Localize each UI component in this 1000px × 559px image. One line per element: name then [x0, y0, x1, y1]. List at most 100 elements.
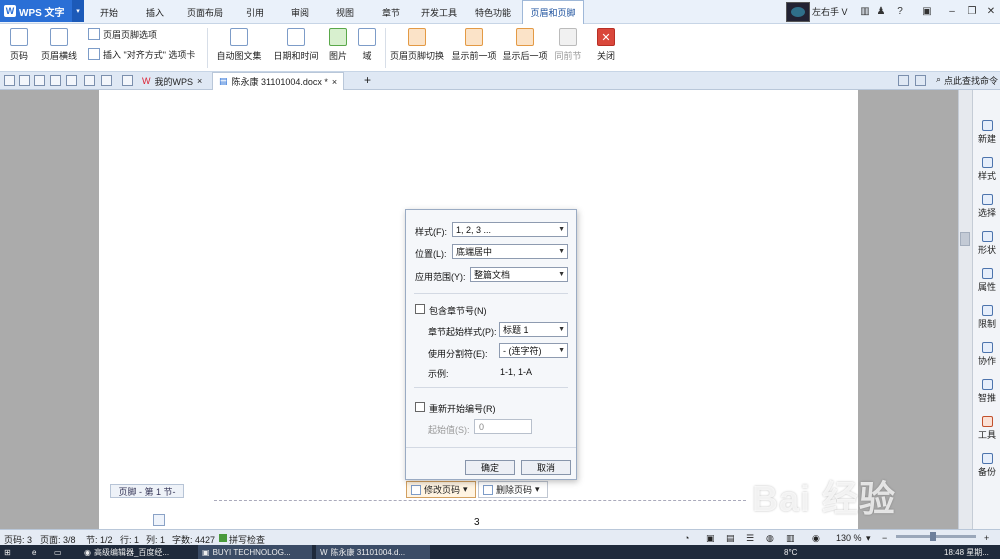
tab-chapter[interactable]: 章节 — [376, 0, 406, 24]
footer-options-icon[interactable] — [153, 514, 165, 526]
side-restrict-button[interactable]: 限制 — [974, 305, 1000, 330]
open-icon[interactable] — [19, 75, 30, 86]
taskbar-item-editor[interactable]: ◉ 高级编辑器_百度经... — [80, 545, 194, 559]
cancel-button[interactable]: 取消 — [521, 460, 571, 475]
print-icon[interactable] — [50, 75, 61, 86]
delete-page-number-button[interactable]: 删除页码 ▾ — [478, 481, 548, 498]
command-search[interactable]: ⌕ 点此查找命令 — [936, 74, 998, 87]
auto-text-button[interactable]: 自动图文集 — [212, 28, 266, 68]
zoom-dropdown-icon[interactable]: ▾ — [866, 533, 871, 544]
close-header-footer-button[interactable]: ✕ 关闭 — [592, 28, 620, 68]
help-icon[interactable]: ? — [893, 4, 907, 18]
folder-icon: ▣ — [202, 547, 210, 557]
tab-page-layout[interactable]: 页面布局 — [184, 0, 226, 24]
tab-view[interactable]: 视图 — [330, 0, 360, 24]
vertical-scrollbar[interactable] — [958, 90, 972, 529]
side-backup-button[interactable]: 备份 — [974, 453, 1000, 478]
shirt-icon[interactable]: ♟ — [874, 4, 888, 18]
close-tab-icon[interactable]: × — [332, 77, 337, 87]
ok-button[interactable]: 确定 — [465, 460, 515, 475]
zoom-slider-thumb[interactable] — [930, 532, 936, 541]
tab-review[interactable]: 审阅 — [285, 0, 315, 24]
redo-icon[interactable] — [101, 75, 112, 86]
undo-icon[interactable] — [84, 75, 95, 86]
show-previous-button[interactable]: 显示前一项 — [450, 28, 498, 68]
picture-button[interactable]: 图片 — [324, 28, 352, 68]
close-window-icon[interactable]: ✕ — [984, 4, 998, 18]
restore-ribbon-icon[interactable]: ▣ — [920, 4, 934, 18]
status-outline-icon[interactable]: ☰ — [746, 533, 754, 544]
tab-special-features[interactable]: 特色功能 — [472, 0, 514, 24]
new-tab-icon[interactable]: + — [364, 73, 371, 87]
switch-header-footer-button[interactable]: 页眉页脚切换 — [388, 28, 446, 68]
taskbar-item-document[interactable]: W 陈永康 31101004.d... — [316, 545, 430, 559]
insert-alignment-tab-button[interactable]: 插入 "对齐方式" 选项卡 — [88, 46, 195, 62]
field-icon — [358, 28, 376, 46]
tab-home[interactable]: 开始 — [94, 0, 124, 24]
app-menu-caret-icon[interactable]: ▾ — [72, 0, 84, 22]
taskbar-item-buyi[interactable]: ▣ BUYI TECHNOLOG... — [198, 545, 312, 559]
clock[interactable]: 18:48 星期... — [940, 545, 1000, 559]
doc-icon[interactable] — [898, 75, 909, 86]
status-read-view-icon[interactable]: ▥ — [786, 533, 795, 544]
page-number-button[interactable]: 页码 — [4, 28, 34, 68]
print-preview-icon[interactable] — [66, 75, 77, 86]
side-smart-push-button[interactable]: 智推 — [974, 379, 1000, 404]
side-shapes-button[interactable]: 形状 — [974, 231, 1000, 256]
restart-numbering-checkbox[interactable] — [415, 402, 425, 412]
tab-header-footer[interactable]: 页眉和页脚 — [522, 0, 584, 24]
new-document-icon[interactable] — [4, 75, 15, 86]
skin-icon[interactable]: ▥ — [858, 4, 872, 18]
separator-select[interactable]: - (连字符) ▼ — [499, 343, 568, 358]
style-select[interactable]: 1, 2, 3 ... ▼ — [452, 222, 568, 237]
tab-references[interactable]: 引用 — [240, 0, 270, 24]
minimize-icon[interactable]: – — [945, 4, 959, 18]
side-new-button[interactable]: 新建 — [974, 120, 1000, 145]
show-next-button[interactable]: 显示后一项 — [501, 28, 549, 68]
zoom-out-icon[interactable]: − — [882, 533, 887, 543]
zoom-slider[interactable] — [896, 535, 976, 538]
position-select[interactable]: 底端居中 ▼ — [452, 244, 568, 259]
page-number-field[interactable]: 3 — [474, 517, 480, 528]
status-history-icon[interactable]: ◔ — [684, 533, 689, 543]
customize-icon[interactable] — [122, 75, 133, 86]
side-select-label: 选择 — [977, 208, 996, 218]
zoom-in-icon[interactable]: + — [984, 533, 989, 543]
collapse-icon[interactable] — [915, 75, 926, 86]
field-button[interactable]: 域 — [356, 28, 378, 68]
taskbar-explorer-icon[interactable]: ▭ — [50, 545, 68, 559]
status-web-view-icon[interactable]: ◍ — [766, 533, 774, 544]
same-as-previous-button[interactable]: 同前节 — [553, 28, 583, 68]
user-name[interactable]: 左右手 V — [812, 5, 848, 18]
zoom-value[interactable]: 130 % — [836, 533, 862, 543]
scope-select[interactable]: 整篇文档 ▼ — [470, 267, 568, 282]
tab-developer[interactable]: 开发工具 — [418, 0, 460, 24]
start-value-input[interactable]: 0 — [474, 419, 532, 434]
side-styles-button[interactable]: 样式 — [974, 157, 1000, 182]
taskbar-ie-icon[interactable]: e — [28, 545, 46, 559]
tab-document[interactable]: ▤ 陈永康 31101004.docx * × — [212, 72, 345, 90]
status-fit-icon[interactable]: ▣ — [706, 533, 715, 544]
header-line-button[interactable]: 页眉横线 — [38, 28, 80, 68]
tab-my-wps[interactable]: W 我的WPS × — [136, 72, 208, 90]
include-chapter-checkbox[interactable] — [415, 304, 425, 314]
save-icon[interactable] — [34, 75, 45, 86]
status-page-view-icon[interactable]: ▤ — [726, 533, 735, 544]
close-tab-icon[interactable]: × — [197, 76, 202, 86]
app-menu-button[interactable]: W WPS 文字 ▾ — [0, 0, 84, 22]
start-button[interactable]: ⊞ — [0, 545, 22, 559]
side-select-button[interactable]: 选择 — [974, 194, 1000, 219]
maximize-icon[interactable]: ❐ — [965, 4, 979, 18]
side-properties-button[interactable]: 属性 — [974, 268, 1000, 293]
tab-insert[interactable]: 插入 — [140, 0, 170, 24]
date-time-button[interactable]: 日期和时间 — [272, 28, 320, 68]
avatar[interactable] — [786, 2, 810, 22]
example-label: 示例: — [428, 369, 449, 379]
edit-page-number-button[interactable]: 修改页码 ▾ — [406, 481, 476, 498]
status-eye-icon[interactable]: ◉ — [812, 533, 820, 544]
side-collaborate-button[interactable]: 协作 — [974, 342, 1000, 367]
chapter-style-select[interactable]: 标题 1 ▼ — [499, 322, 568, 337]
scrollbar-thumb[interactable] — [960, 232, 970, 246]
side-tools-button[interactable]: 工具 — [974, 416, 1000, 441]
header-footer-options-button[interactable]: 页眉页脚选项 — [88, 26, 157, 42]
